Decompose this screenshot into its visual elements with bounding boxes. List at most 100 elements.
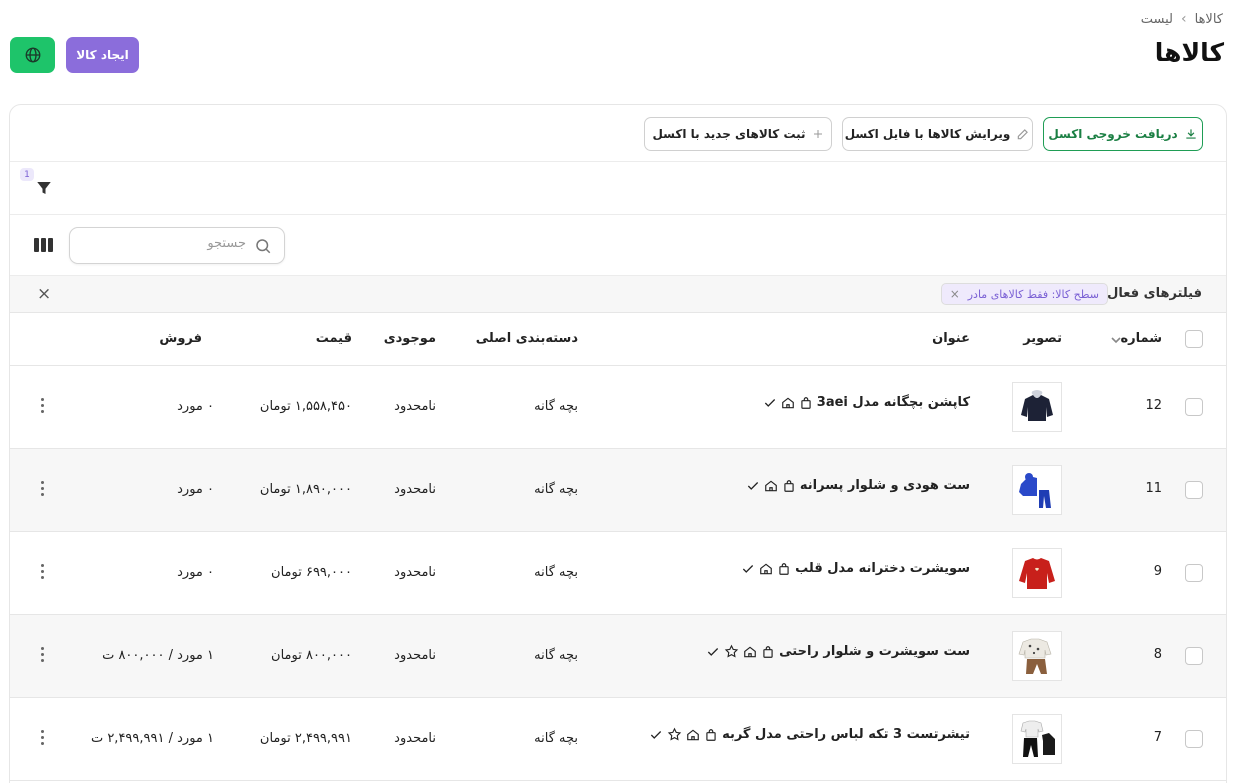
- row-sales: ۰ مورد: [177, 565, 214, 580]
- sort-chevron-icon[interactable]: [1110, 335, 1122, 345]
- row-checkbox[interactable]: [1185, 647, 1203, 665]
- download-icon: [1186, 129, 1196, 139]
- page-title: کالاها: [1154, 38, 1224, 67]
- active-filter-chip: سطح کالا: فقط کالاهای مادر ×: [940, 283, 1108, 305]
- product-thumbnail[interactable]: [1012, 631, 1062, 681]
- home-icon: [764, 479, 778, 493]
- row-number: 8: [1153, 647, 1162, 662]
- table-row[interactable]: 9 سویشرت دخترانه مدل قلب بچه گانه نامحدو…: [10, 532, 1226, 615]
- bag-icon: [782, 479, 796, 493]
- create-product-button[interactable]: ایجاد کالا: [66, 37, 139, 73]
- product-title[interactable]: ست هودی و شلوار پسرانه: [800, 478, 970, 493]
- edit-excel-button[interactable]: ویرایش کالاها با فایل اکسل: [842, 117, 1033, 151]
- more-options-icon[interactable]: [41, 647, 45, 662]
- row-checkbox[interactable]: [1185, 398, 1203, 416]
- bag-icon: [777, 562, 791, 576]
- filter-row: 1: [10, 162, 1226, 215]
- search-icon: [254, 237, 272, 259]
- table-row[interactable]: 12 کاپشن بچگانه مدل 3aei بچه گانه نامحدو…: [10, 366, 1226, 449]
- bag-icon: [799, 396, 813, 410]
- more-options-icon[interactable]: [41, 481, 45, 496]
- table-row[interactable]: 7 تیشرتست 3 تکه لباس راحتی مدل گربه بچه …: [10, 698, 1226, 781]
- row-category: بچه گانه: [534, 482, 578, 497]
- check-icon: [763, 396, 777, 410]
- column-number[interactable]: شماره: [1120, 331, 1162, 346]
- row-sales: ۰ مورد: [177, 482, 214, 497]
- column-stock: موجودی: [383, 331, 436, 346]
- product-thumbnail[interactable]: [1012, 548, 1062, 598]
- remove-filter-icon[interactable]: ×: [950, 287, 960, 301]
- product-title[interactable]: کاپشن بچگانه مدل 3aei: [817, 395, 970, 410]
- row-stock: نامحدود: [394, 565, 436, 580]
- breadcrumb: کالاها › لیست: [1141, 11, 1223, 27]
- product-title[interactable]: ست سویشرت و شلوار راحتی: [779, 644, 970, 659]
- export-excel-label: دریافت خروجی اکسل: [1048, 127, 1178, 141]
- search-input[interactable]: [86, 236, 246, 251]
- check-icon: [706, 645, 720, 659]
- jacket-image: [1021, 390, 1053, 421]
- product-title-cell: تیشرتست 3 تکه لباس راحتی مدل گربه: [649, 727, 970, 742]
- check-icon: [649, 728, 663, 742]
- select-all-checkbox[interactable]: [1185, 330, 1203, 348]
- excel-toolbar: دریافت خروجی اکسل ویرایش کالاها با فایل …: [10, 105, 1226, 162]
- more-options-icon[interactable]: [41, 730, 45, 745]
- add-excel-label: ثبت کالاهای جدید با اکسل: [652, 127, 806, 141]
- row-stock: نامحدود: [394, 648, 436, 663]
- edit-icon: [1018, 129, 1029, 140]
- add-excel-button[interactable]: ثبت کالاهای جدید با اکسل: [644, 117, 832, 151]
- row-number: 11: [1145, 481, 1162, 496]
- home-icon: [759, 562, 773, 576]
- table-header: شماره تصویر عنوان دسته‌بندی اصلی موجودی …: [10, 313, 1226, 366]
- row-number: 7: [1153, 730, 1162, 745]
- table-row[interactable]: 11 ست هودی و شلوار پسرانه بچه گانه نامحد…: [10, 449, 1226, 532]
- active-filter-chip-text: سطح کالا: فقط کالاهای مادر: [967, 287, 1099, 301]
- more-options-icon[interactable]: [41, 398, 45, 413]
- set-image: [1018, 638, 1052, 674]
- columns-button[interactable]: [34, 237, 54, 257]
- edit-excel-label: ویرایش کالاها با فایل اکسل: [844, 127, 1011, 141]
- row-checkbox[interactable]: [1185, 564, 1203, 582]
- row-price: ۱,۸۹۰,۰۰۰ تومان: [259, 482, 352, 497]
- table-row[interactable]: 8 ست سویشرت و شلوار راحتی بچه گانه نامحد…: [10, 615, 1226, 698]
- search-row: [10, 215, 1226, 276]
- language-button[interactable]: [10, 37, 55, 73]
- product-thumbnail[interactable]: [1012, 465, 1062, 515]
- product-title[interactable]: تیشرتست 3 تکه لباس راحتی مدل گربه: [722, 727, 970, 742]
- breadcrumb-root[interactable]: کالاها: [1195, 12, 1223, 27]
- row-checkbox[interactable]: [1185, 481, 1203, 499]
- export-excel-button[interactable]: دریافت خروجی اکسل: [1043, 117, 1203, 151]
- star-icon: [667, 727, 682, 742]
- product-title-cell: کاپشن بچگانه مدل 3aei: [763, 395, 970, 410]
- sweater-image: [1019, 558, 1055, 589]
- row-category: بچه گانه: [534, 731, 578, 746]
- check-icon: [741, 562, 755, 576]
- clear-filters-icon[interactable]: ×: [37, 285, 51, 303]
- star-icon: [724, 644, 739, 659]
- column-image: تصویر: [1023, 331, 1062, 346]
- globe-icon: [25, 47, 40, 63]
- filter-count-badge: 1: [20, 168, 34, 181]
- column-sales: فروش: [159, 331, 202, 346]
- row-number: 12: [1145, 398, 1162, 413]
- more-options-icon[interactable]: [41, 564, 45, 579]
- check-icon: [746, 479, 760, 493]
- row-price: ۱,۵۵۸,۴۵۰ تومان: [259, 399, 352, 414]
- product-thumbnail[interactable]: [1012, 714, 1062, 764]
- product-thumbnail[interactable]: [1012, 382, 1062, 432]
- tshirt-image: [1020, 720, 1055, 757]
- products-card: دریافت خروجی اکسل ویرایش کالاها با فایل …: [9, 104, 1227, 783]
- product-title-cell: ست هودی و شلوار پسرانه: [746, 478, 970, 493]
- breadcrumb-separator: ›: [1181, 11, 1187, 27]
- product-title[interactable]: سویشرت دخترانه مدل قلب: [795, 561, 970, 576]
- column-price: قیمت: [315, 331, 352, 346]
- row-checkbox[interactable]: [1185, 730, 1203, 748]
- row-number: 9: [1153, 564, 1162, 579]
- row-category: بچه گانه: [534, 648, 578, 663]
- filter-button[interactable]: [35, 179, 53, 201]
- active-filters-label: فیلترهای فعال: [1107, 286, 1202, 301]
- row-price: ۶۹۹,۰۰۰ تومان: [271, 565, 352, 580]
- row-sales: ۱ مورد / ۲,۴۹۹,۹۹۱ ت: [90, 731, 214, 746]
- row-category: بچه گانه: [534, 565, 578, 580]
- bag-icon: [761, 645, 775, 659]
- plus-icon: [813, 130, 822, 138]
